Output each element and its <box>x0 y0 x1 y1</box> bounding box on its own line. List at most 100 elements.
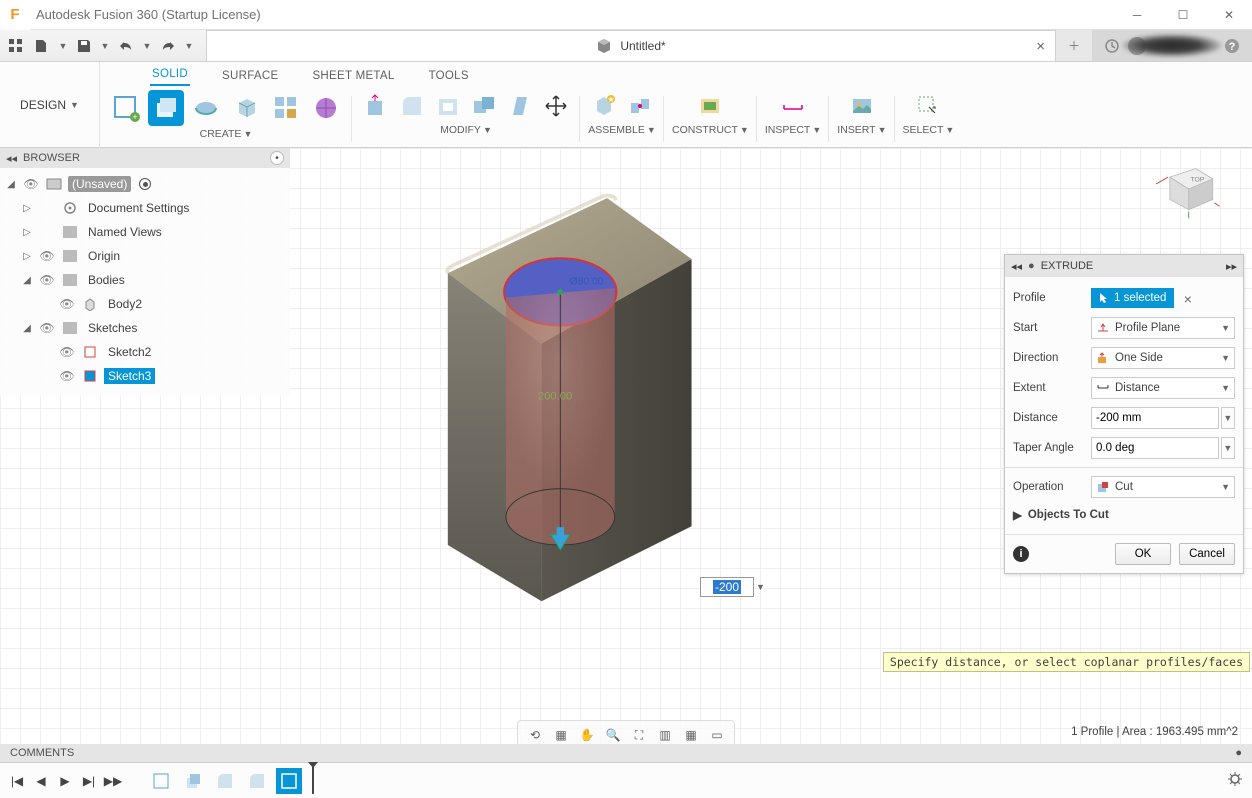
timeline-start-button[interactable]: |◀ <box>8 772 26 790</box>
shell-button[interactable] <box>432 90 464 122</box>
inplace-distance-input[interactable]: -200 ▼ <box>700 577 765 597</box>
pan-button[interactable]: ✋ <box>576 724 598 746</box>
tab-solid[interactable]: SOLID <box>150 64 190 86</box>
browser-collapse-left[interactable]: ◂◂ <box>6 152 17 165</box>
tree-doc-settings[interactable]: ▷Document Settings <box>0 196 290 220</box>
display-settings-button[interactable]: ▥ <box>654 724 676 746</box>
timeline-play-button[interactable]: ▶ <box>56 772 74 790</box>
info-button[interactable]: i <box>1013 546 1029 562</box>
look-at-button[interactable]: ▦ <box>550 724 572 746</box>
taper-input[interactable] <box>1091 437 1219 459</box>
inplace-caret[interactable]: ▼ <box>756 582 765 592</box>
viewport-layout-button[interactable]: ▭ <box>706 724 728 746</box>
tree-sketch3[interactable]: 👁Sketch3 <box>0 364 290 388</box>
ok-button[interactable]: OK <box>1115 543 1171 565</box>
tab-close-button[interactable]: × <box>1036 38 1045 55</box>
move-button[interactable] <box>540 90 572 122</box>
view-cube[interactable]: TOP <box>1152 160 1222 220</box>
feature-sketch1[interactable] <box>148 768 174 794</box>
profile-selection-chip[interactable]: 1 selected <box>1091 288 1174 308</box>
taper-caret[interactable]: ▼ <box>1221 437 1235 459</box>
extent-select[interactable]: Distance▼ <box>1091 377 1235 399</box>
create-form-button[interactable] <box>308 90 344 126</box>
group-inspect: INSPECT▼ <box>757 90 829 148</box>
grid-settings-button[interactable]: ▦ <box>680 724 702 746</box>
tree-sketches[interactable]: ◢👁Sketches <box>0 316 290 340</box>
app-icon: F <box>0 0 30 30</box>
user-name-smudge <box>1122 34 1222 57</box>
profile-clear-button[interactable]: × <box>1184 291 1192 307</box>
undo-button[interactable] <box>114 34 138 58</box>
measure-button[interactable] <box>777 90 809 122</box>
panel-collapse-left[interactable]: ◂◂ <box>1011 260 1022 273</box>
user-area[interactable]: ? <box>1092 30 1252 61</box>
redo-button[interactable] <box>156 34 180 58</box>
operation-select[interactable]: Cut▼ <box>1091 476 1235 498</box>
distance-input[interactable] <box>1091 407 1219 429</box>
revolve-button[interactable] <box>188 90 224 126</box>
comments-title: COMMENTS <box>10 747 74 759</box>
tab-sheet-metal[interactable]: SHEET METAL <box>310 66 396 86</box>
distance-caret[interactable]: ▼ <box>1221 407 1235 429</box>
objects-to-cut-toggle[interactable]: ▶Objects To Cut <box>1013 502 1235 528</box>
file-menu-caret[interactable]: ▼ <box>56 34 70 58</box>
window-maximize-button[interactable]: ☐ <box>1160 0 1206 30</box>
undo-menu-caret[interactable]: ▼ <box>140 34 154 58</box>
new-tab-button[interactable]: ＋ <box>1056 30 1092 61</box>
ribbon: DESIGN▼ SOLID SURFACE SHEET METAL TOOLS … <box>0 62 1252 148</box>
help-icon[interactable]: ? <box>1224 38 1240 54</box>
fit-button[interactable]: ⛶ <box>628 724 650 746</box>
data-panel-button[interactable] <box>4 34 28 58</box>
new-sketch-button[interactable]: + <box>108 90 144 126</box>
press-pull-button[interactable] <box>360 90 392 122</box>
timeline-end-button[interactable]: ▶▶ <box>104 772 122 790</box>
svg-text:+: + <box>132 112 137 122</box>
timeline-next-button[interactable]: ▶| <box>80 772 98 790</box>
window-minimize-button[interactable]: ─ <box>1114 0 1160 30</box>
new-component-button[interactable]: ★ <box>588 90 620 122</box>
joint-button[interactable] <box>624 90 656 122</box>
orbit-button[interactable]: ⟲ <box>524 724 546 746</box>
cancel-button[interactable]: Cancel <box>1179 543 1235 565</box>
pattern-button[interactable] <box>268 90 304 126</box>
tab-tools[interactable]: TOOLS <box>427 66 471 86</box>
comments-pin[interactable]: ● <box>1235 747 1242 759</box>
group-modify-label: MODIFY <box>440 124 481 136</box>
save-button[interactable] <box>72 34 96 58</box>
combine-button[interactable] <box>468 90 500 122</box>
tree-body2[interactable]: 👁Body2 <box>0 292 290 316</box>
redo-menu-caret[interactable]: ▼ <box>182 34 196 58</box>
timeline-settings-button[interactable] <box>1226 770 1244 791</box>
tree-sketch2[interactable]: 👁Sketch2 <box>0 340 290 364</box>
browser-pin-button[interactable]: • <box>270 151 284 165</box>
tree-origin[interactable]: ▷👁Origin <box>0 244 290 268</box>
tree-named-views[interactable]: ▷Named Views <box>0 220 290 244</box>
direction-select[interactable]: One Side▼ <box>1091 347 1235 369</box>
document-tab[interactable]: Untitled* × <box>206 30 1056 61</box>
window-close-button[interactable]: ✕ <box>1206 0 1252 30</box>
feature-sketch-current[interactable] <box>276 768 302 794</box>
fillet-button[interactable] <box>396 90 428 122</box>
insert-button[interactable] <box>846 90 878 122</box>
comments-bar[interactable]: COMMENTS ● <box>0 744 1252 762</box>
extrude-button[interactable] <box>148 90 184 126</box>
construct-plane-button[interactable] <box>694 90 726 122</box>
zoom-button[interactable]: 🔍 <box>602 724 624 746</box>
select-button[interactable] <box>912 90 944 122</box>
feature-fillet2[interactable] <box>244 768 270 794</box>
panel-expand-right[interactable]: ▸▸ <box>1226 260 1237 273</box>
workspace-switcher[interactable]: DESIGN▼ <box>0 62 100 148</box>
start-select[interactable]: Profile Plane▼ <box>1091 317 1235 339</box>
box-button[interactable] <box>228 90 264 126</box>
extrude-title: EXTRUDE <box>1041 260 1094 272</box>
tree-bodies[interactable]: ◢👁Bodies <box>0 268 290 292</box>
draft-button[interactable] <box>504 90 536 122</box>
group-assemble-label: ASSEMBLE <box>588 124 645 136</box>
tree-root[interactable]: ◢👁 (Unsaved) <box>0 172 290 196</box>
timeline-prev-button[interactable]: ◀ <box>32 772 50 790</box>
file-menu-button[interactable] <box>30 34 54 58</box>
save-menu-caret[interactable]: ▼ <box>98 34 112 58</box>
tab-surface[interactable]: SURFACE <box>220 66 280 86</box>
feature-extrude1[interactable] <box>180 768 206 794</box>
feature-fillet1[interactable] <box>212 768 238 794</box>
